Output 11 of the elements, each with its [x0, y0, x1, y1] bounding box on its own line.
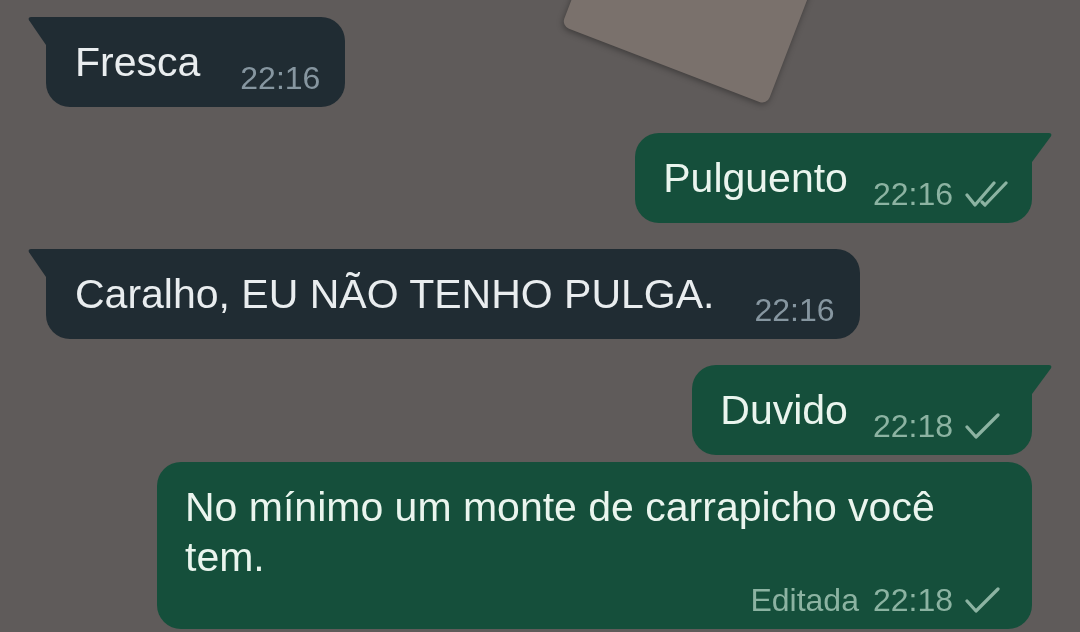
message-text: Fresca	[75, 39, 201, 85]
message-text: No mínimo um monte de carrapicho você tem.	[185, 484, 935, 580]
edited-label: Editada	[750, 582, 859, 618]
message-time: 22:18	[872, 408, 953, 444]
message-time: 22:16	[240, 60, 321, 96]
message-text: Duvido	[720, 387, 848, 433]
message-text: Pulguento	[663, 155, 848, 201]
message-time: 22:16	[754, 292, 835, 328]
message-time: 22:16	[872, 176, 953, 212]
message-text: Caralho, EU NÃO TENHO PULGA.	[75, 271, 715, 317]
message-time: 22:18	[872, 582, 953, 618]
